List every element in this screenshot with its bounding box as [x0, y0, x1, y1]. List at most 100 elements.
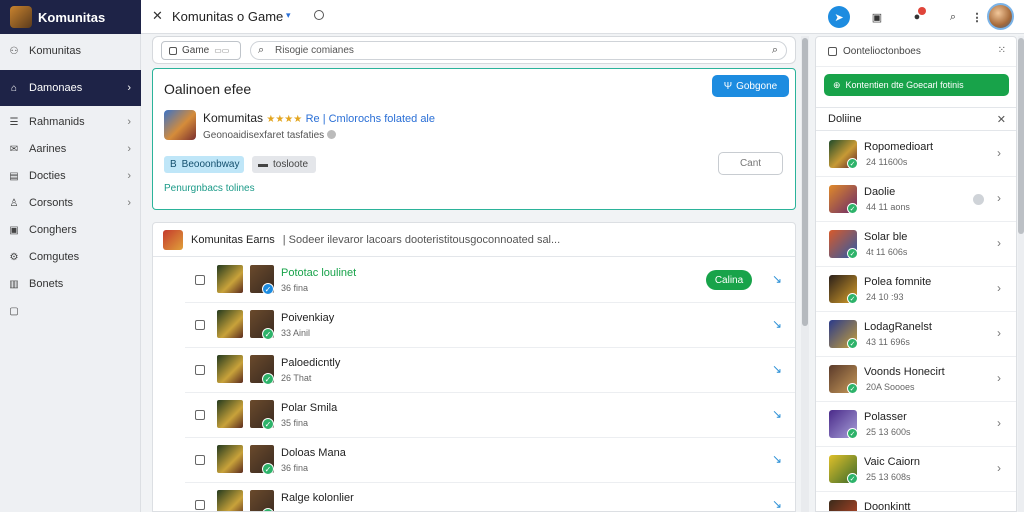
primary-action-button[interactable]: Ψ Gobgone [712, 75, 789, 97]
item-name: Polasser [864, 411, 907, 423]
chevron-right-icon[interactable]: › [997, 191, 1001, 205]
sidebar-item[interactable]: ♙ Corsonts › [0, 190, 141, 216]
online-list-item[interactable]: ✓ Solar ble 4t 11 606s › [816, 222, 1016, 267]
chevron-right-icon[interactable]: › [997, 236, 1001, 250]
search-submit-icon[interactable]: ⌕ [772, 44, 778, 57]
tag-chip-secondary[interactable]: ▬ tosloote [252, 156, 316, 173]
list-row[interactable]: ✓ Poivenkiay 33 Ainil ↘ [185, 303, 795, 348]
game-meta[interactable]: Re | Cmlorochs folated ale [306, 113, 435, 125]
chevron-right-icon[interactable]: › [997, 146, 1001, 160]
tag-chip-primary[interactable]: B Beooonbway [164, 156, 244, 173]
list-row[interactable]: ✓Ralge kolonlier↘ [185, 483, 795, 511]
online-status-button[interactable]: Calina [706, 270, 752, 290]
online-list-item[interactable]: ✓ Polasser 25 13 600s › [816, 402, 1016, 447]
sidebar-item-label: Conghers [29, 224, 77, 236]
open-arrow-icon[interactable]: ↘ [772, 452, 782, 466]
list-row[interactable]: ✓ Pototac loulinet 36 fina Calina ↘ [185, 258, 795, 303]
list-description: | Sodeer ilevaror lacoars dooteristitous… [282, 233, 561, 246]
row-checkbox[interactable] [195, 275, 205, 285]
list-title: Komunitas Earns [191, 233, 275, 246]
tab-title[interactable]: Komunitas o Game [172, 9, 283, 24]
rating-stars: ★★★★ [266, 114, 303, 125]
item-name: Vaic Caiorn [864, 456, 921, 468]
plus-icon: ⊕ [833, 79, 841, 90]
row-checkbox[interactable] [195, 500, 205, 510]
message-icon: ▢ [9, 305, 19, 317]
item-subtitle: 25 13 600s [866, 427, 911, 437]
verified-icon: ✓ [847, 293, 858, 304]
notification-icon[interactable]: ● [906, 6, 928, 28]
right-scrollbar[interactable] [1018, 36, 1024, 512]
chevron-right-icon[interactable]: › [997, 281, 1001, 295]
verified-icon: ✓ [262, 418, 274, 430]
list-row[interactable]: ✓ Doloas Mana 36 fina ↘ [185, 438, 795, 483]
panel-link[interactable]: Penurgnbacs tolines [164, 183, 255, 194]
telegram-icon[interactable]: ➤ [828, 6, 850, 28]
list-row[interactable]: ✓ Paloedicntly 26 That ↘ [185, 348, 795, 393]
chevron-right-icon[interactable]: › [997, 416, 1001, 430]
chevron-right-icon[interactable]: › [997, 461, 1001, 475]
chevron-right-icon[interactable]: › [997, 506, 1001, 511]
sidebar-item[interactable]: ⌂ Damonaes › [0, 70, 141, 106]
sidebar-item[interactable]: ✉ Aarines › [0, 136, 141, 162]
row-name: Polar Smila [281, 402, 338, 414]
row-checkbox[interactable] [195, 455, 205, 465]
online-list-item[interactable]: ✓ Vaic Caiorn 25 13 608s › [816, 447, 1016, 492]
people-icon: ⚇ [9, 45, 19, 57]
game-filter-chip[interactable]: Game ▭▭ [161, 41, 241, 60]
search-bar: Game ▭▭ ⌕ Risogie comianes ⌕ [152, 36, 796, 64]
online-list-item[interactable]: ✓Doonkintt› [816, 492, 1016, 511]
game-thumbnail [217, 265, 243, 293]
row-subtitle: 36 fina [281, 463, 309, 473]
status-circle-icon[interactable] [314, 10, 324, 20]
main-scrollbar[interactable] [801, 36, 809, 512]
search-icon[interactable]: ⌕ [942, 6, 964, 28]
add-content-label: Kontentien dte Goecarl fotinis [845, 80, 964, 90]
open-arrow-icon[interactable]: ↘ [772, 407, 782, 421]
grid-icon[interactable]: ⁙ [998, 45, 1006, 56]
row-name: Pototac loulinet [281, 267, 357, 279]
item-name: Daolie [864, 186, 896, 198]
close-tab-icon[interactable]: ✕ [152, 8, 163, 24]
sidebar-item[interactable]: ⚙ Comgutes [0, 244, 141, 270]
open-arrow-icon[interactable]: ↘ [772, 317, 782, 331]
sidebar-item[interactable]: ☰ Rahmanids › [0, 109, 141, 135]
online-list-item[interactable]: ✓ Voonds Honecirt 20A Soooes › [816, 357, 1016, 402]
online-list-item[interactable]: ✓ Daolie 44 11 aons › [816, 177, 1016, 222]
online-list-item[interactable]: ✓ LodagRanelst 43 11 696s › [816, 312, 1016, 357]
add-content-button[interactable]: ⊕ Kontentien dte Goecarl fotinis [824, 74, 1009, 96]
book-icon[interactable]: ▣ [866, 6, 888, 28]
chevron-right-icon[interactable]: › [997, 326, 1001, 340]
online-list-item[interactable]: ✓ Ropomedioart 24 11600s › [816, 132, 1016, 177]
sidebar-item[interactable]: ▢ [0, 298, 141, 324]
row-checkbox[interactable] [195, 410, 205, 420]
row-checkbox[interactable] [195, 365, 205, 375]
row-checkbox[interactable] [195, 320, 205, 330]
cancel-button[interactable]: Cant [718, 152, 783, 175]
verified-icon: ✓ [847, 203, 858, 214]
scrollbar-thumb[interactable] [1018, 38, 1024, 234]
user-avatar[interactable] [987, 3, 1014, 30]
chevron-down-icon[interactable]: ▾ [286, 10, 291, 21]
online-list-item[interactable]: ✓ Polea fomnite 24 10 :93 › [816, 267, 1016, 312]
book-icon: ▥ [9, 278, 19, 290]
clock-icon [973, 194, 984, 205]
search-input[interactable]: ⌕ Risogie comianes ⌕ [250, 41, 787, 60]
chevron-right-icon[interactable]: › [997, 371, 1001, 385]
open-arrow-icon[interactable]: ↘ [772, 362, 782, 376]
sidebar-item[interactable]: ⚇ Komunitas [0, 38, 141, 64]
verified-icon: ✓ [262, 328, 274, 340]
more-icon[interactable]: ⋮ [966, 6, 988, 28]
list-icon: ☰ [9, 116, 19, 128]
list-row[interactable]: ✓ Polar Smila 35 fina ↘ [185, 393, 795, 438]
sidebar-item[interactable]: ▣ Conghers [0, 217, 141, 243]
sidebar-item[interactable]: ▥ Bonets [0, 271, 141, 297]
close-icon[interactable]: ✕ [997, 113, 1006, 126]
app-brand[interactable]: Komunitas [0, 0, 141, 34]
sidebar-item[interactable]: ▤ Docties › [0, 163, 141, 189]
scrollbar-thumb[interactable] [802, 38, 808, 326]
info-icon[interactable] [327, 130, 337, 139]
open-arrow-icon[interactable]: ↘ [772, 497, 782, 511]
sidebar-item-label: Komunitas [29, 45, 81, 57]
open-arrow-icon[interactable]: ↘ [772, 272, 782, 286]
